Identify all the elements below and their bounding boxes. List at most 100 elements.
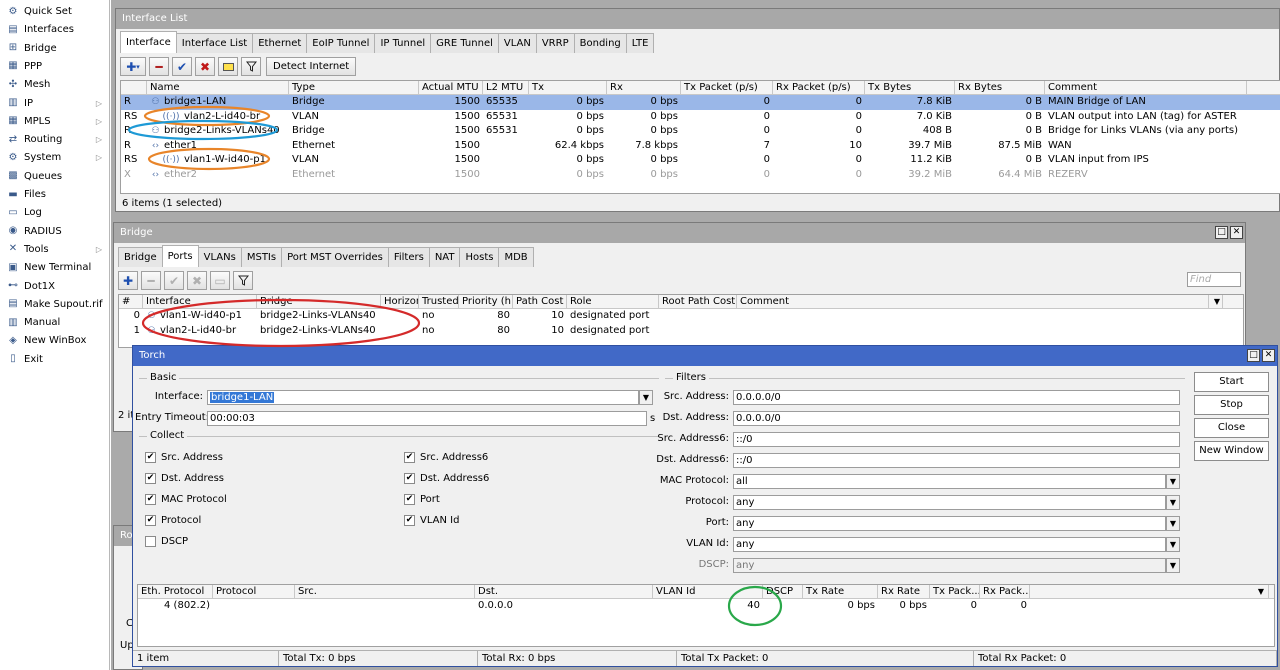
entry-timeout-input[interactable]: 00:00:03	[207, 411, 647, 426]
maximize-button[interactable]: □	[1215, 226, 1228, 239]
close-button[interactable]: Close	[1194, 418, 1269, 438]
checkbox-box[interactable]: ✔	[145, 515, 156, 526]
sidebar-item-routing[interactable]: ⇄ Routing ▷	[0, 131, 110, 148]
table-row[interactable]: X ‹› ether2 Ethernet 1500 0 bps 0 bps 0 0 39.2 Mi…	[121, 168, 1280, 183]
tab-filters[interactable]: Filters	[387, 247, 430, 267]
disable-button[interactable]: ✖	[187, 271, 207, 290]
table-row[interactable]: R ⚇ bridge2-Links-VLANs40 Bridge 1500 65531 0 …	[121, 124, 1280, 139]
filter-dscp-input[interactable]: any	[733, 558, 1166, 573]
detect-internet-button[interactable]: Detect Internet	[266, 57, 357, 76]
comment-button[interactable]: ▭	[210, 271, 230, 290]
checkbox-dst-address[interactable]: ✔ Dst. Address	[145, 473, 224, 484]
sidebar-item-dot1x[interactable]: ⊷ Dot1X	[0, 278, 110, 295]
add-button[interactable]: ✚ ▾	[120, 57, 146, 76]
checkbox-box[interactable]: ✔	[404, 494, 415, 505]
column-header[interactable]: Rx Bytes	[955, 81, 1045, 94]
column-header[interactable]: L2 MTU	[483, 81, 529, 94]
enable-button[interactable]: ✔	[172, 57, 192, 76]
filter-mac-protocol-input[interactable]: all	[733, 474, 1166, 489]
tab-vrrp[interactable]: VRRP	[535, 33, 575, 53]
tab-eoip-tunnel[interactable]: EoIP Tunnel	[306, 33, 376, 53]
checkbox-box[interactable]: ✔	[145, 494, 156, 505]
sidebar-item-files[interactable]: ▬ Files	[0, 186, 110, 203]
column-header[interactable]: Priority (h...	[459, 295, 513, 308]
checkbox-box[interactable]: ✔	[404, 452, 415, 463]
column-header[interactable]: Interface	[143, 295, 257, 308]
tab-vlans[interactable]: VLANs	[197, 247, 242, 267]
new-window-button[interactable]: New Window	[1194, 441, 1269, 461]
column-header[interactable]: Comment	[1045, 81, 1247, 94]
tab-hosts[interactable]: Hosts	[459, 247, 500, 267]
sidebar-item-mpls[interactable]: ▦ MPLS ▷	[0, 113, 110, 130]
checkbox-src-address6[interactable]: ✔ Src. Address6	[404, 452, 488, 463]
dropdown-button[interactable]: ▼	[1166, 495, 1180, 510]
sidebar-item-exit[interactable]: ▯ Exit	[0, 351, 110, 368]
filter-vlan-id-input[interactable]: any	[733, 537, 1166, 552]
columns-dropdown-button[interactable]: ▼	[1209, 295, 1223, 308]
column-header[interactable]: Comment	[737, 295, 1209, 308]
close-button[interactable]: ✕	[1230, 226, 1243, 239]
interface-dropdown-button[interactable]: ▼	[639, 390, 653, 405]
sidebar-item-queues[interactable]: ▩ Queues	[0, 168, 110, 185]
disable-button[interactable]: ✖	[195, 57, 215, 76]
sidebar-item-ppp[interactable]: ▦ PPP	[0, 58, 110, 75]
tab-interface-list[interactable]: Interface List	[175, 33, 254, 53]
sidebar-item-ip[interactable]: ▥ IP ▷	[0, 95, 110, 112]
sidebar-item-radius[interactable]: ◉ RADIUS	[0, 223, 110, 240]
column-header[interactable]	[121, 81, 147, 94]
column-header[interactable]: Src.	[295, 585, 475, 598]
column-header[interactable]: Path Cost	[513, 295, 567, 308]
column-header[interactable]: Trusted	[419, 295, 459, 308]
column-header[interactable]: Name	[147, 81, 289, 94]
checkbox-protocol[interactable]: ✔ Protocol	[145, 515, 201, 526]
table-row[interactable]: 0 ⚇ vlan1-W-id40-p1 bridge2-Links-VLANs40 no…	[119, 309, 1243, 324]
filter-src-address-input[interactable]: 0.0.0.0/0	[733, 390, 1180, 405]
checkbox-mac-protocol[interactable]: ✔ MAC Protocol	[145, 494, 227, 505]
column-header[interactable]: Tx Packet (p/s)	[681, 81, 773, 94]
tab-nat[interactable]: NAT	[428, 247, 461, 267]
tab-vlan[interactable]: VLAN	[497, 33, 537, 53]
sidebar-item-new-terminal[interactable]: ▣ New Terminal	[0, 259, 110, 276]
column-header[interactable]: Tx Bytes	[865, 81, 955, 94]
column-header[interactable]: Actual MTU	[419, 81, 483, 94]
tab-port-mst-overrides[interactable]: Port MST Overrides	[281, 247, 389, 267]
sidebar-item-interfaces[interactable]: ▤ Interfaces	[0, 21, 110, 38]
add-button[interactable]: ✚	[118, 271, 138, 290]
column-header[interactable]: Tx Rate	[803, 585, 878, 598]
columns-dropdown-button[interactable]: ▼	[1030, 585, 1269, 598]
sidebar-item-log[interactable]: ▭ Log	[0, 204, 110, 221]
maximize-button[interactable]: □	[1247, 349, 1260, 362]
sidebar-item-quick-set[interactable]: ⚙ Quick Set	[0, 3, 110, 20]
stop-button[interactable]: Stop	[1194, 395, 1269, 415]
tab-bonding[interactable]: Bonding	[573, 33, 627, 53]
sidebar-item-make-supout-rif[interactable]: ▤ Make Supout.rif	[0, 296, 110, 313]
table-row[interactable]: 1 ⚇ vlan2-L-id40-br bridge2-Links-VLANs40 no…	[119, 324, 1243, 339]
tab-ip-tunnel[interactable]: IP Tunnel	[374, 33, 432, 53]
tab-mdb[interactable]: MDB	[498, 247, 534, 267]
dropdown-button[interactable]: ▼	[1166, 537, 1180, 552]
checkbox-dst-address6[interactable]: ✔ Dst. Address6	[404, 473, 489, 484]
table-row[interactable]: 4 (802.2) 0.0.0.0 40 0 bps 0 bps 0 0	[138, 599, 1274, 614]
checkbox-box[interactable]: ✔	[404, 473, 415, 484]
filter-dst-address-input[interactable]: 0.0.0.0/0	[733, 411, 1180, 426]
checkbox-box[interactable]: ✔	[404, 515, 415, 526]
column-header[interactable]: Bridge	[257, 295, 381, 308]
table-row[interactable]: R ⚇ bridge1-LAN Bridge 1500 65535 0 bps 0 bps 0 0…	[121, 95, 1280, 110]
column-header[interactable]: Horizon	[381, 295, 419, 308]
column-header[interactable]: VLAN Id	[653, 585, 763, 598]
column-header[interactable]: DSCP	[763, 585, 803, 598]
filter-protocol-input[interactable]: any	[733, 495, 1166, 510]
column-header[interactable]: Eth. Protocol	[138, 585, 213, 598]
filter-button[interactable]	[241, 57, 261, 76]
close-button[interactable]: ✕	[1262, 349, 1275, 362]
checkbox-dscp[interactable]: DSCP	[145, 536, 188, 547]
tab-interface[interactable]: Interface	[120, 31, 177, 53]
remove-button[interactable]: ━	[141, 271, 161, 290]
column-header[interactable]: #	[119, 295, 143, 308]
dropdown-button[interactable]: ▼	[1166, 558, 1180, 573]
filter-dst-address6-input[interactable]: ::/0	[733, 453, 1180, 468]
tab-ports[interactable]: Ports	[161, 245, 199, 267]
column-header[interactable]: Type	[289, 81, 419, 94]
tab-lte[interactable]: LTE	[625, 33, 655, 53]
checkbox-box[interactable]	[145, 536, 156, 547]
